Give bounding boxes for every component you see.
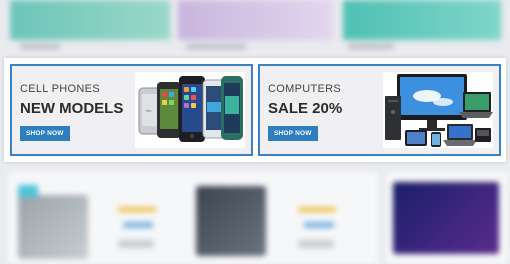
smartphones-image: htc xyxy=(135,72,245,148)
shop-now-button[interactable]: SHOP NOW xyxy=(268,126,318,141)
computers-image xyxy=(383,72,493,148)
bg-rating xyxy=(298,207,336,212)
promo-computers[interactable]: COMPUTERS SALE 20% SHOP NOW xyxy=(258,64,501,156)
promo-kicker: COMPUTERS xyxy=(268,83,341,95)
bg-button xyxy=(118,240,154,248)
promo-headline: SALE 20% xyxy=(268,100,343,117)
promo-banner-strip: CELL PHONES NEW MODELS SHOP NOW htc COMP… xyxy=(4,58,506,162)
bg-product-card xyxy=(343,0,501,40)
promo-cell-phones[interactable]: CELL PHONES NEW MODELS SHOP NOW htc xyxy=(10,64,253,156)
promo-kicker: CELL PHONES xyxy=(20,83,100,95)
bg-product-thumb xyxy=(18,195,88,259)
svg-text:htc: htc xyxy=(146,108,151,113)
bg-badge xyxy=(18,185,38,197)
promo-headline: NEW MODELS xyxy=(20,100,124,117)
bg-price xyxy=(123,222,153,228)
bg-caption xyxy=(20,44,60,49)
bg-product-card xyxy=(178,0,333,40)
bg-price xyxy=(304,222,334,228)
bg-product-thumb xyxy=(196,186,266,256)
shop-now-button[interactable]: SHOP NOW xyxy=(20,126,70,141)
bg-caption xyxy=(186,44,246,49)
bg-rating xyxy=(118,207,156,212)
bg-product-thumb xyxy=(393,182,499,254)
bg-product-card xyxy=(10,0,170,40)
bg-caption xyxy=(348,44,394,49)
bg-button xyxy=(298,240,334,248)
